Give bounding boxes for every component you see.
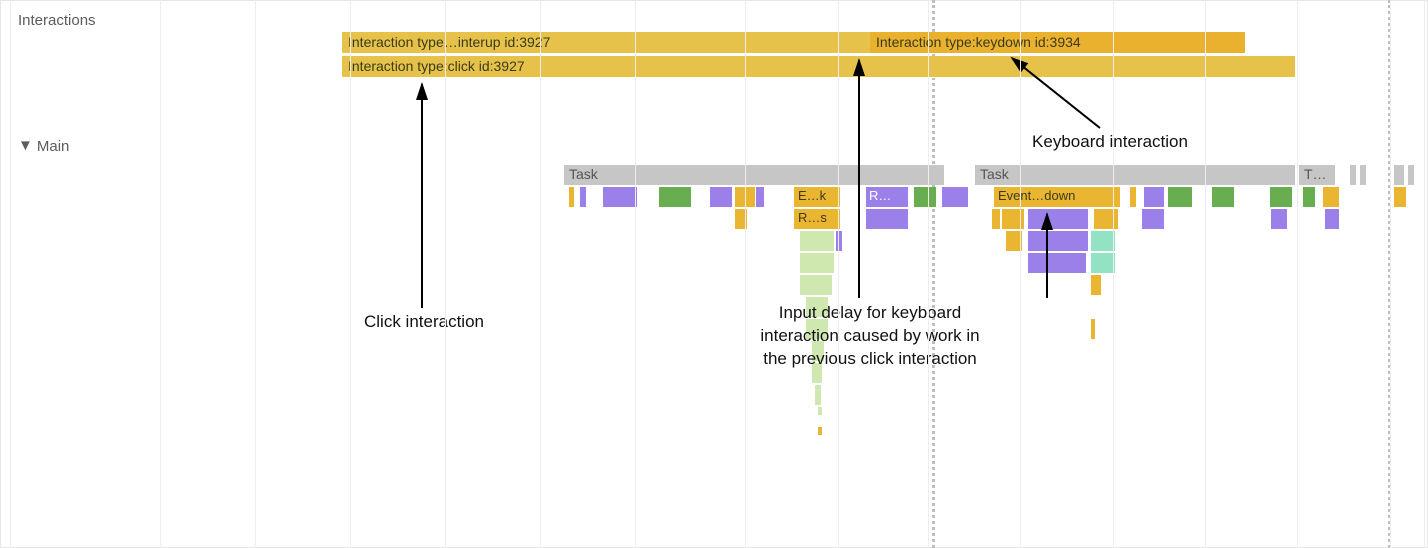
frame-block[interactable] <box>580 187 586 207</box>
task-bar[interactable]: Task <box>975 165 1295 185</box>
main-label-text: Main <box>37 138 70 155</box>
interaction-bar-click[interactable]: Interaction type:click id:3927 <box>342 56 1295 78</box>
frame-block[interactable] <box>1028 253 1086 273</box>
frame-block[interactable] <box>815 385 821 405</box>
annotation-line: interaction caused by work in <box>760 326 979 345</box>
frame-block[interactable] <box>866 209 908 229</box>
task-sliver[interactable] <box>1360 165 1366 185</box>
frame-block[interactable] <box>1270 187 1292 207</box>
gridline <box>838 0 839 548</box>
annotation-line: Input delay for keyboard <box>779 303 961 322</box>
frame-block[interactable] <box>1130 187 1136 207</box>
task-bar[interactable]: T… <box>1299 165 1335 185</box>
gridline <box>1297 0 1298 548</box>
event-block-rs[interactable]: R…s <box>794 209 840 229</box>
task-sliver[interactable] <box>1408 165 1414 185</box>
frame-block[interactable] <box>942 187 968 207</box>
frame-block[interactable] <box>818 427 822 435</box>
track-label-main[interactable]: ▼Main <box>18 138 69 155</box>
frame-block[interactable] <box>914 187 936 207</box>
frame-block[interactable] <box>800 231 834 251</box>
frame-block[interactable] <box>1091 275 1101 295</box>
frame-block-r[interactable]: R… <box>866 187 908 207</box>
frame-block[interactable] <box>1168 187 1192 207</box>
frame-block[interactable] <box>1394 187 1406 207</box>
dotted-guide <box>932 0 935 548</box>
frame-block[interactable] <box>800 275 832 295</box>
frame-block[interactable] <box>603 187 637 207</box>
task-bar[interactable]: Task <box>564 165 944 185</box>
frame-block[interactable] <box>818 407 822 415</box>
frame-block[interactable] <box>756 187 764 207</box>
interaction-bar-keydown[interactable]: Interaction type:keydown id:3934 <box>870 32 1245 54</box>
frame-block[interactable] <box>1028 231 1088 251</box>
timeline-viewport[interactable] <box>0 0 1428 548</box>
gridline <box>745 0 746 548</box>
gridline <box>1205 0 1206 548</box>
gridline <box>160 0 161 548</box>
annotation-input-delay: Input delay for keyboard interaction cau… <box>720 302 1020 371</box>
gridline <box>1424 0 1425 548</box>
gridline <box>635 0 636 548</box>
frame-block[interactable] <box>1142 209 1164 229</box>
gridline <box>445 0 446 548</box>
frame-block[interactable] <box>1303 187 1315 207</box>
interaction-bar-pointerup[interactable]: Interaction type…interup id:3927 <box>342 32 870 54</box>
gridline <box>1113 0 1114 548</box>
frame-block[interactable] <box>1091 231 1115 251</box>
event-block-ek[interactable]: E…k <box>794 187 840 207</box>
gridline <box>10 0 11 548</box>
frame-block[interactable] <box>1323 187 1339 207</box>
event-block-keydown[interactable]: Event…down <box>994 187 1120 207</box>
gridline <box>350 0 351 548</box>
frame-block[interactable] <box>1028 209 1088 229</box>
frame-block[interactable] <box>710 187 732 207</box>
gridline <box>928 0 929 548</box>
gridline <box>1390 0 1391 548</box>
frame-block[interactable] <box>992 209 1000 229</box>
task-sliver[interactable] <box>1394 165 1404 185</box>
frame-block[interactable] <box>1212 187 1234 207</box>
frame-block[interactable] <box>1271 209 1287 229</box>
frame-block[interactable] <box>1094 209 1118 229</box>
gridline <box>540 0 541 548</box>
frame-block[interactable] <box>569 187 574 207</box>
annotation-line: the previous click interaction <box>763 349 977 368</box>
task-sliver[interactable] <box>1350 165 1356 185</box>
track-label-interactions[interactable]: Interactions <box>18 12 96 29</box>
annotation-keyboard: Keyboard interaction <box>1005 131 1215 154</box>
frame-block[interactable] <box>800 253 834 273</box>
annotation-click: Click interaction <box>344 311 504 334</box>
gridline <box>255 0 256 548</box>
frame-block[interactable] <box>1091 253 1115 273</box>
frame-block[interactable] <box>1091 319 1095 339</box>
frame-block[interactable] <box>659 187 691 207</box>
frame-block[interactable] <box>1144 187 1164 207</box>
frame-block[interactable] <box>836 231 842 251</box>
disclosure-triangle-icon[interactable]: ▼ <box>18 137 33 154</box>
frame-block[interactable] <box>1325 209 1339 229</box>
gridline <box>1020 0 1021 548</box>
